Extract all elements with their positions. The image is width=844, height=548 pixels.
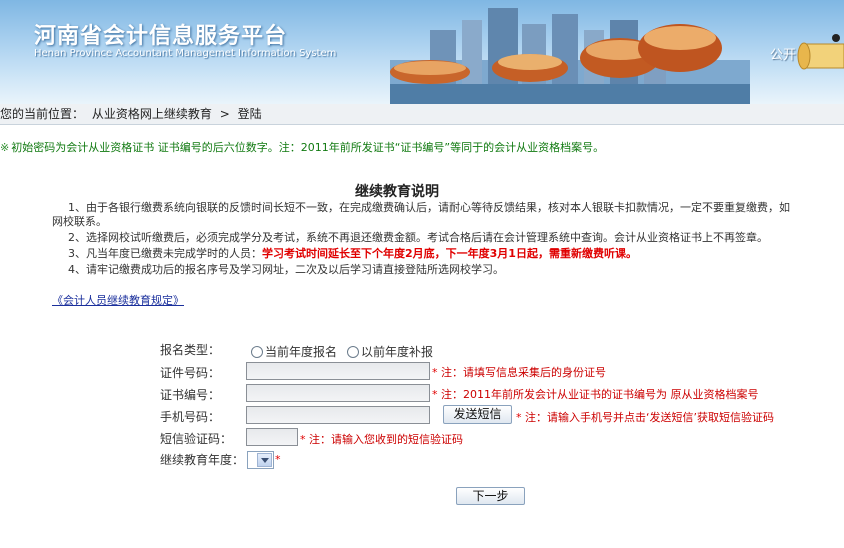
radio-previous-year-label[interactable]: 以前年度补报: [361, 343, 433, 360]
instruction-item-4: 4、请牢记缴费成功后的报名序号及学习网址，二次及以后学习请直接登陆所选网校学习。: [68, 263, 504, 276]
phone-number-hint: * 注：请输入手机号并点击‘发送短信’获取短信验证码: [516, 411, 774, 424]
phone-number-label: 手机号码：: [160, 410, 221, 424]
instruction-item-3: 3、凡当年度已缴费未完成学时的人员：学习考试时间延长至下个年度2月底，下一年度3…: [52, 247, 844, 261]
instruction-item-3-highlight: 学习考试时间延长至下个年度2月底，下一年度3月1日起，需重新缴费听课。: [262, 247, 637, 260]
instruction-item-1: 1、由于各银行缴费系统向银联的反馈时间长短不一致，在完成缴费确认后，请耐心等待反…: [52, 201, 844, 229]
notice-text: 初始密码为会计从业资格证书 证书编号的后六位数字。注：2011年前所发证书“证书…: [11, 141, 605, 154]
notice-mark: ※: [0, 141, 10, 154]
certificate-number-input[interactable]: [246, 384, 430, 402]
id-number-hint: * 注：请填写信息采集后的身份证号: [432, 366, 606, 379]
breadcrumb-item-login: 登陆: [237, 107, 262, 121]
breadcrumb-separator: >: [219, 107, 230, 121]
header-banner: 河南省会计信息服务平台 Henan Province Accountant Ma…: [0, 0, 844, 104]
instructions-title: 继续教育说明: [355, 184, 439, 200]
phone-number-input[interactable]: [246, 406, 430, 424]
id-number-input[interactable]: [246, 362, 430, 380]
chevron-down-icon[interactable]: [257, 453, 272, 467]
sms-code-hint: * 注：请输入您收到的短信验证码: [300, 433, 463, 446]
banner-subtitle: Henan Province Accountant Managemet Info…: [34, 48, 337, 59]
sms-code-input[interactable]: [246, 428, 298, 446]
banner-title: 河南省会计信息服务平台: [34, 24, 288, 49]
certificate-number-label: 证书编号：: [160, 388, 221, 402]
id-number-label: 证件号码：: [160, 366, 221, 380]
instruction-item-2: 2、选择网校试听缴费后，必须完成学分及考试，系统不再退还缴费金额。考试合格后请在…: [68, 231, 768, 244]
radio-current-year-label[interactable]: 当前年度报名: [265, 343, 337, 360]
education-year-label: 继续教育年度：: [160, 453, 245, 467]
radio-current-year[interactable]: [251, 345, 263, 358]
send-sms-button[interactable]: 发送短信: [443, 405, 512, 424]
enroll-type-label: 报名类型：: [160, 343, 221, 357]
education-year-required-mark: *: [275, 453, 281, 466]
certificate-number-hint: * 注：2011年前所发会计从业证书的证书编号为 原从业资格档案号: [432, 388, 759, 401]
next-step-button[interactable]: 下一步: [456, 487, 525, 505]
education-year-select[interactable]: [247, 451, 274, 469]
instruction-item-3-prefix: 3、凡当年度已缴费未完成学时的人员：: [68, 247, 262, 260]
instruction-item-1-line-2: 网校联系。: [52, 215, 107, 228]
continuing-education-rules-link[interactable]: 《会计人员继续教育规定》: [52, 292, 184, 308]
breadcrumb-item-continuing-education[interactable]: 从业资格网上继续教育: [92, 107, 212, 121]
instruction-item-1-line-1: 1、由于各银行缴费系统向银联的反馈时间长短不一致，在完成缴费确认后，请耐心等待反…: [68, 201, 790, 214]
breadcrumb-prefix: 您的当前位置：: [0, 107, 85, 121]
banner-public-text: 公开: [770, 48, 797, 63]
sms-code-label: 短信验证码：: [160, 432, 233, 446]
scroll-icon: [797, 34, 844, 70]
enroll-type-radio-group: 当前年度报名 以前年度补报: [251, 343, 443, 360]
password-notice: ※ 初始密码为会计从业资格证书 证书编号的后六位数字。注：2011年前所发证书“证…: [0, 139, 604, 155]
city-buildings-illustration: [390, 8, 750, 104]
breadcrumb: 您的当前位置： 从业资格网上继续教育 > 登陆: [0, 104, 844, 125]
radio-previous-year[interactable]: [347, 345, 360, 358]
